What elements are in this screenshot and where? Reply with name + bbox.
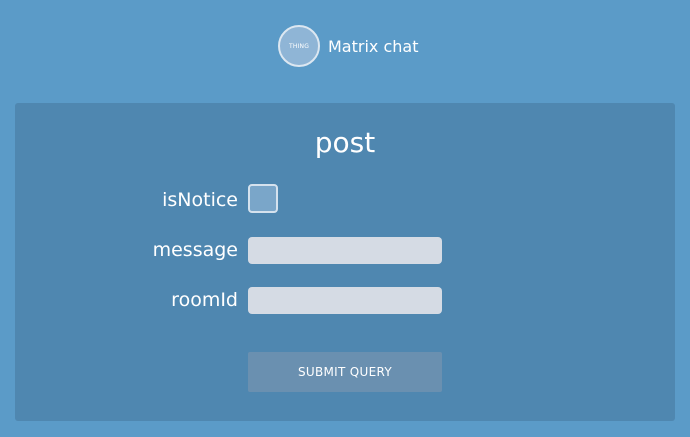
isnotice-label: isNotice [162, 189, 238, 211]
logo-text: THING [288, 42, 310, 50]
thing-logo-icon: THING [278, 25, 320, 67]
form-title: post [314, 126, 376, 159]
message-input[interactable] [248, 237, 442, 264]
isnotice-checkbox[interactable] [248, 184, 278, 213]
roomid-label: roomId [171, 289, 238, 311]
roomid-input[interactable] [248, 287, 442, 314]
post-form-panel: post isNotice message roomId SUBMIT QUER… [15, 103, 675, 421]
submit-query-button[interactable]: SUBMIT QUERY [248, 352, 442, 392]
app-header: THING Matrix chat [0, 0, 690, 96]
app-title: Matrix chat [328, 37, 419, 56]
message-label: message [152, 239, 238, 261]
